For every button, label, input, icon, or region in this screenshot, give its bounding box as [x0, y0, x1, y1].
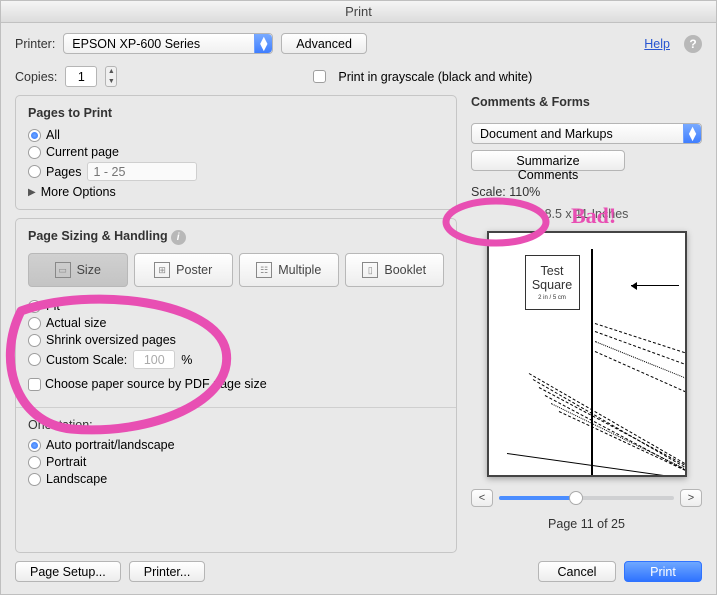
choose-source-label: Choose paper source by PDF page size [45, 377, 267, 391]
tab-booklet[interactable]: ▯Booklet [345, 253, 445, 287]
select-arrows-icon: ▲▼ [683, 124, 701, 143]
printer-value: EPSON XP-600 Series [72, 37, 200, 51]
advanced-button[interactable]: Advanced [281, 33, 367, 54]
radio-actual[interactable] [28, 317, 41, 330]
disclosure-icon: ▶ [28, 187, 36, 198]
printer-button[interactable]: Printer... [129, 561, 206, 582]
prev-page-button[interactable]: < [471, 489, 493, 507]
cancel-button[interactable]: Cancel [538, 561, 616, 582]
all-label: All [46, 128, 60, 142]
comments-value: Document and Markups [480, 127, 613, 141]
summarize-button[interactable]: Summarize Comments [471, 150, 625, 171]
scale-label: Scale: 110% [471, 185, 702, 199]
page-setup-button[interactable]: Page Setup... [15, 561, 121, 582]
pages-title: Pages to Print [28, 106, 444, 120]
print-button[interactable]: Print [624, 561, 702, 582]
radio-shrink[interactable] [28, 334, 41, 347]
tab-multiple[interactable]: ☷Multiple [239, 253, 339, 287]
comments-select[interactable]: Document and Markups ▲▼ [471, 123, 702, 144]
radio-pages[interactable] [28, 165, 41, 178]
more-options-toggle[interactable]: ▶ More Options [28, 185, 444, 199]
choose-source-checkbox[interactable] [28, 378, 41, 391]
help-icon[interactable]: ? [684, 35, 702, 53]
fit-label: Fit [46, 299, 60, 313]
multiple-icon: ☷ [256, 262, 272, 278]
custom-label: Custom Scale: [46, 353, 127, 367]
sizing-tabs: ▭Size ⊞Poster ☷Multiple ▯Booklet [28, 253, 444, 287]
orientation-title: Orientation: [28, 418, 444, 432]
radio-custom[interactable] [28, 353, 41, 366]
current-label: Current page [46, 145, 119, 159]
arrow-icon [631, 285, 679, 286]
portrait-label: Portrait [46, 455, 86, 469]
pages-range-input[interactable] [87, 162, 197, 181]
radio-all[interactable] [28, 129, 41, 142]
radio-auto-orient[interactable] [28, 439, 41, 452]
copies-row: Copies: ▲▼ Print in grayscale (black and… [15, 66, 702, 87]
auto-label: Auto portrait/landscape [46, 438, 175, 452]
info-icon[interactable]: i [171, 230, 186, 245]
annotation-bad-text: Bad! [571, 203, 616, 229]
radio-portrait[interactable] [28, 456, 41, 469]
printer-row: Printer: EPSON XP-600 Series ▲▼ Advanced… [15, 33, 702, 54]
dialog-content: Printer: EPSON XP-600 Series ▲▼ Advanced… [1, 23, 716, 594]
pages-label: Pages [46, 165, 81, 179]
copies-label: Copies: [15, 70, 57, 84]
printer-label: Printer: [15, 37, 55, 51]
sizing-title: Page Sizing & Handlingi [28, 229, 444, 245]
actual-label: Actual size [46, 316, 106, 330]
custom-scale-input[interactable] [133, 350, 175, 369]
next-page-button[interactable]: > [680, 489, 702, 507]
shrink-label: Shrink oversized pages [46, 333, 176, 347]
grayscale-label: Print in grayscale (black and white) [338, 70, 532, 84]
vertical-rule [591, 249, 593, 477]
more-options-label: More Options [41, 185, 116, 199]
help-link[interactable]: Help [644, 37, 670, 51]
test-square: Test Square 2 in / 5 cm [525, 255, 580, 310]
tab-size[interactable]: ▭Size [28, 253, 128, 287]
percent-label: % [181, 353, 192, 367]
landscape-label: Landscape [46, 472, 107, 486]
copies-input[interactable] [65, 66, 97, 87]
tab-poster[interactable]: ⊞Poster [134, 253, 234, 287]
sizing-panel: Page Sizing & Handlingi ▭Size ⊞Poster ☷M… [15, 218, 457, 553]
page-indicator: Page 11 of 25 [471, 517, 702, 531]
pages-panel: Pages to Print All Current page Pages ▶ M… [15, 95, 457, 210]
poster-icon: ⊞ [154, 262, 170, 278]
radio-current[interactable] [28, 146, 41, 159]
copies-stepper[interactable]: ▲▼ [105, 66, 117, 87]
printer-select[interactable]: EPSON XP-600 Series ▲▼ [63, 33, 273, 54]
comments-title: Comments & Forms [471, 95, 702, 109]
right-column: Comments & Forms Document and Markups ▲▼… [471, 95, 702, 553]
window-title: Print [1, 1, 716, 23]
radio-fit[interactable] [28, 300, 41, 313]
footer: Page Setup... Printer... Cancel Print [15, 561, 702, 582]
preview-nav: < > [471, 489, 702, 507]
page-slider[interactable] [499, 491, 674, 505]
print-dialog: Print Printer: EPSON XP-600 Series ▲▼ Ad… [0, 0, 717, 595]
size-icon: ▭ [55, 262, 71, 278]
preview-page: Test Square 2 in / 5 cm [487, 231, 687, 477]
select-arrows-icon: ▲▼ [254, 34, 272, 53]
radio-landscape[interactable] [28, 473, 41, 486]
booklet-icon: ▯ [362, 262, 378, 278]
grayscale-checkbox[interactable] [313, 70, 326, 83]
